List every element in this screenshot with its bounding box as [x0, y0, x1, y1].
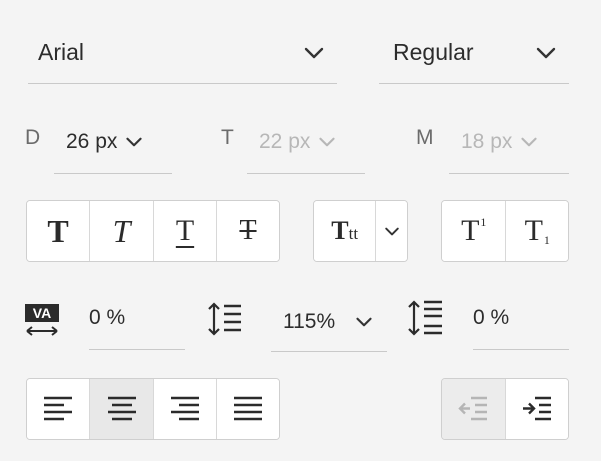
superscript-button[interactable]: T1 — [442, 201, 506, 261]
chevron-down-icon — [521, 137, 537, 146]
mobile-size-value: 18 px — [461, 129, 513, 153]
line-height-icon — [208, 302, 241, 336]
tablet-size-label: T — [221, 126, 234, 149]
align-left-icon — [44, 396, 72, 421]
font-style-value: Regular — [393, 39, 474, 65]
mobile-size-label: M — [416, 126, 434, 149]
paragraph-spacing-field[interactable]: 0 % — [473, 300, 569, 350]
chevron-down-icon — [126, 137, 142, 146]
italic-button[interactable]: T — [90, 201, 154, 261]
bold-button[interactable]: T — [27, 201, 90, 261]
text-case-button[interactable]: Ttt — [314, 201, 377, 261]
desktop-size-label: D — [25, 126, 41, 149]
desktop-size-dropdown[interactable]: 26 px — [54, 110, 172, 174]
subscript-button[interactable]: T1 — [505, 201, 568, 261]
underline-icon: T — [175, 214, 195, 247]
underline-button[interactable]: T — [154, 201, 217, 261]
character-spacing-field[interactable]: 0 % — [89, 300, 185, 350]
chevron-down-icon — [384, 227, 399, 235]
align-left-button[interactable] — [27, 379, 90, 439]
decrease-indent-button[interactable] — [442, 379, 506, 439]
align-center-icon — [107, 396, 136, 421]
desktop-size-value: 26 px — [66, 129, 118, 153]
line-height-dropdown[interactable]: 115% — [271, 296, 387, 352]
italic-icon: T — [112, 213, 131, 249]
baseline-shift-group: T1 T1 — [441, 200, 569, 262]
svg-text:VA: VA — [33, 305, 51, 321]
chevron-down-icon — [356, 317, 372, 326]
strikethrough-button[interactable]: T — [217, 201, 279, 261]
paragraph-spacing-value: 0 % — [473, 306, 510, 329]
indent-group — [441, 378, 569, 440]
decrease-indent-icon — [458, 396, 488, 421]
chevron-down-icon — [319, 137, 335, 146]
text-style-group: T T T T — [26, 200, 280, 262]
line-height-value: 115% — [283, 309, 336, 333]
align-right-icon — [171, 396, 199, 421]
strikethrough-icon: T — [239, 215, 257, 246]
align-right-button[interactable] — [154, 379, 217, 439]
text-case-group: Ttt — [313, 200, 408, 262]
chevron-down-icon — [304, 47, 324, 58]
justify-icon — [234, 396, 262, 421]
align-center-button[interactable] — [90, 379, 154, 439]
justify-button[interactable] — [217, 379, 279, 439]
font-style-dropdown[interactable]: Regular — [379, 22, 569, 84]
increase-indent-button[interactable] — [505, 379, 568, 439]
text-case-dropdown-button[interactable] — [376, 201, 407, 261]
tablet-size-dropdown[interactable]: 22 px — [247, 110, 365, 174]
text-case-icon: Ttt — [331, 216, 359, 245]
font-family-value: Arial — [38, 39, 85, 65]
chevron-down-icon — [536, 47, 556, 58]
font-family-dropdown[interactable]: Arial — [28, 22, 337, 84]
character-spacing-value: 0 % — [89, 306, 126, 329]
mobile-size-dropdown[interactable]: 18 px — [449, 110, 569, 174]
paragraph-spacing-icon — [408, 300, 442, 336]
tablet-size-value: 22 px — [259, 129, 311, 153]
subscript-icon: T1 — [524, 214, 550, 247]
alignment-group — [26, 378, 280, 440]
character-spacing-icon: VA — [25, 304, 59, 336]
increase-indent-icon — [522, 396, 551, 421]
bold-icon: T — [47, 213, 69, 249]
superscript-icon: T1 — [461, 214, 487, 247]
